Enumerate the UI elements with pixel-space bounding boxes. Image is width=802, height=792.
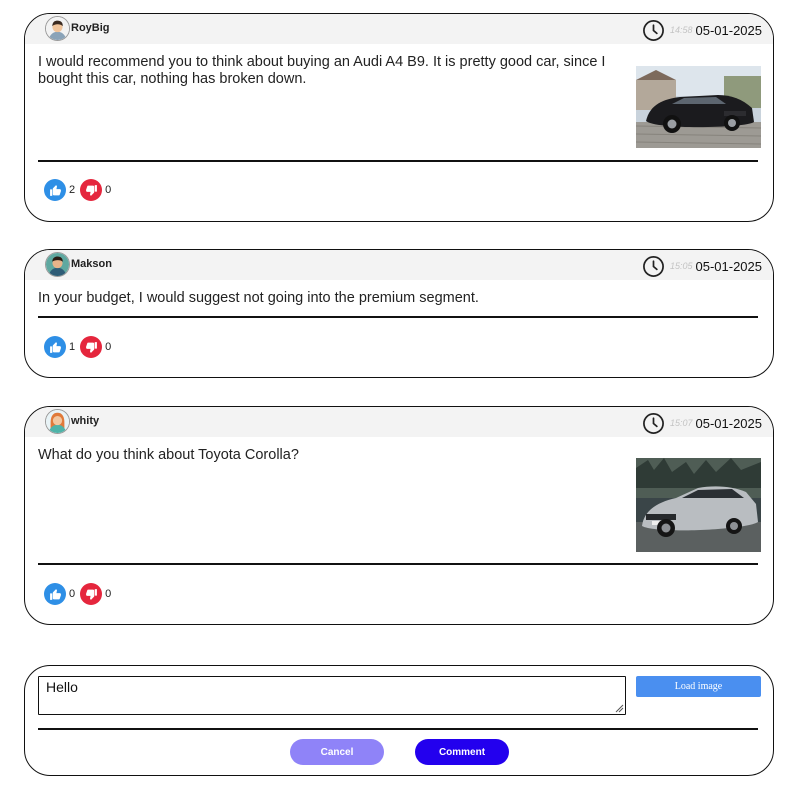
clock-icon <box>643 19 664 41</box>
comment-header: whity 15:07 05-01-2025 <box>25 407 773 437</box>
like-button[interactable] <box>44 583 66 605</box>
comment-text: In your budget, I would suggest not goin… <box>38 290 479 306</box>
dislike-count: 0 <box>105 341 112 353</box>
username[interactable]: whity <box>71 415 99 427</box>
comment-header: Makson 15:05 05-01-2025 <box>25 250 773 280</box>
dislike-button[interactable] <box>80 583 103 605</box>
post-time: 14:58 <box>669 25 693 35</box>
thumbs-up-icon <box>49 588 61 600</box>
clock-icon <box>643 255 664 277</box>
comment-card: whity 15:07 05-01-2025 What do you think… <box>24 406 774 625</box>
divider <box>38 160 758 162</box>
post-date: 05-01-2025 <box>695 415 763 431</box>
divider <box>38 728 758 730</box>
dislike-count: 0 <box>105 588 112 600</box>
divider <box>38 563 758 565</box>
post-datetime: 15:05 05-01-2025 <box>642 255 763 277</box>
avatar[interactable] <box>45 252 70 277</box>
thumbs-up-icon <box>49 341 61 353</box>
comment-text: I would recommend you to think about buy… <box>38 54 606 87</box>
post-date: 05-01-2025 <box>695 22 763 38</box>
resize-handle-icon[interactable] <box>614 703 624 713</box>
dislike-button[interactable] <box>80 336 103 358</box>
thumbs-down-icon <box>85 341 97 353</box>
reactions: 2 0 <box>44 178 116 202</box>
attached-car-image[interactable] <box>636 458 761 552</box>
like-count: 0 <box>69 588 76 600</box>
reactions: 1 0 <box>44 335 116 359</box>
like-count: 2 <box>69 184 76 196</box>
thumbs-down-icon <box>85 184 97 196</box>
like-button[interactable] <box>44 336 66 358</box>
divider <box>38 316 758 318</box>
post-time: 15:07 <box>669 418 693 428</box>
dislike-button[interactable] <box>80 179 103 201</box>
comment-text: What do you think about Toyota Corolla? <box>38 447 299 463</box>
post-date: 05-01-2025 <box>695 258 763 274</box>
avatar[interactable] <box>45 16 70 41</box>
like-count: 1 <box>69 341 76 353</box>
comment-card: RoyBig 14:58 05-01-2025 I would recommen… <box>24 13 774 222</box>
cancel-button[interactable]: Cancel <box>290 739 384 765</box>
username[interactable]: RoyBig <box>71 22 110 34</box>
avatar[interactable] <box>45 409 70 434</box>
post-datetime: 14:58 05-01-2025 <box>642 19 763 41</box>
comment-button[interactable]: Comment <box>415 739 509 765</box>
attached-car-image[interactable] <box>636 66 761 148</box>
post-time: 15:05 <box>669 261 693 271</box>
comment-composer: Hello Load image Cancel Comment <box>24 665 774 776</box>
reactions: 0 0 <box>44 582 116 606</box>
comment-input[interactable]: Hello <box>38 676 626 715</box>
load-image-button[interactable]: Load image <box>636 676 761 697</box>
like-button[interactable] <box>44 179 66 201</box>
comment-card: Makson 15:05 05-01-2025 In your budget, … <box>24 249 774 378</box>
dislike-count: 0 <box>105 184 112 196</box>
thumbs-up-icon <box>49 184 61 196</box>
username[interactable]: Makson <box>71 258 112 270</box>
clock-icon <box>643 412 664 434</box>
thumbs-down-icon <box>85 588 97 600</box>
comment-header: RoyBig 14:58 05-01-2025 <box>25 14 773 44</box>
post-datetime: 15:07 05-01-2025 <box>642 412 763 434</box>
